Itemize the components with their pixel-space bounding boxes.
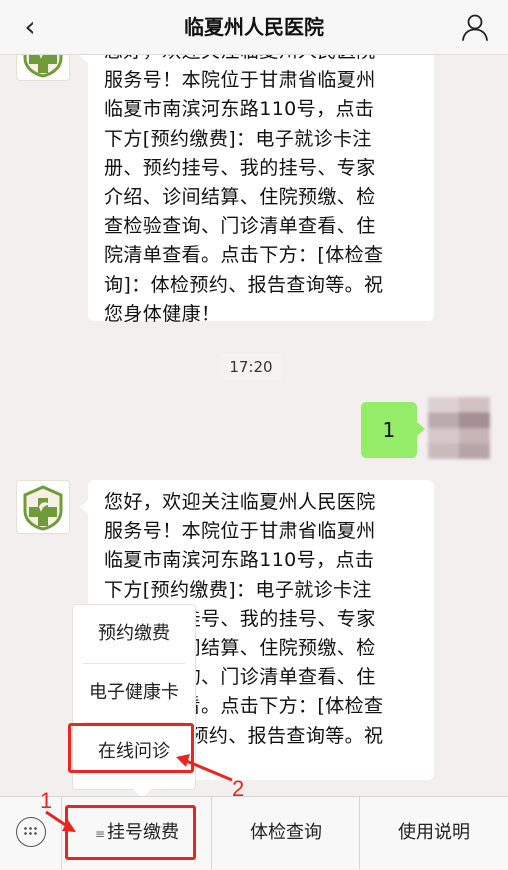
message-line: 您好，欢迎关注临夏州人民医院	[104, 55, 420, 66]
timestamp: 17:20	[220, 354, 282, 380]
annotation-highlight-step1	[65, 805, 196, 860]
message-line: 询]：体检预约、报告查询等。祝	[104, 273, 384, 296]
message-line: 您身体健康！	[104, 302, 221, 325]
submenu-item-health-card[interactable]: 电子健康卡	[73, 664, 195, 722]
menu-item-checkup-query[interactable]: 体检查询	[212, 797, 360, 869]
message-line: 册、预约挂号、我的挂号、专家	[104, 156, 376, 179]
message-line: 服务号！本院位于甘肃省临夏州	[104, 520, 376, 543]
keyboard-toggle-button[interactable]	[16, 817, 46, 847]
top-nav-bar: ‹ 临夏州人民医院	[0, 0, 508, 55]
message-line: 查检验查询、门诊清单查看、住	[104, 215, 376, 238]
message-line: 介绍、诊间结算、住院预缴、检	[104, 186, 376, 209]
hospital-logo-icon	[23, 485, 63, 531]
message-line: 临夏市南滨河东路110号，点击	[104, 98, 375, 121]
hospital-avatar[interactable]	[16, 55, 70, 81]
menu-item-usage-guide[interactable]: 使用说明	[360, 797, 508, 869]
welcome-message-bubble[interactable]: 您好，欢迎关注临夏州人民医院 服务号！本院位于甘肃省临夏州 临夏市南滨河东路11…	[80, 55, 434, 325]
message-line: 临夏市南滨河东路110号，点击	[104, 549, 375, 572]
person-icon	[462, 14, 488, 41]
message-line: 下方[预约缴费]：电子就诊卡注	[104, 578, 372, 601]
annotation-number-1: 1	[40, 788, 53, 813]
chevron-left-icon: ‹	[24, 10, 36, 43]
annotation-highlight-step2	[68, 723, 194, 773]
submenu-item-appointment-payment[interactable]: 预约缴费	[73, 605, 195, 663]
user-message-bubble[interactable]: 1	[361, 402, 425, 458]
message-line: 您好，欢迎关注临夏州人民医院	[104, 491, 376, 513]
user-avatar[interactable]	[428, 397, 490, 459]
message-line: 下方[预约缴费]：电子就诊卡注	[104, 127, 372, 150]
back-button[interactable]: ‹	[14, 10, 46, 44]
profile-button[interactable]	[460, 12, 490, 42]
message-line: 院清单查看。点击下方：[体检查	[104, 244, 384, 267]
keyboard-icon	[23, 826, 38, 837]
annotation-number-2: 2	[232, 776, 245, 801]
hospital-avatar[interactable]	[16, 480, 70, 534]
page-title: 临夏州人民医院	[184, 15, 324, 39]
hospital-logo-icon	[23, 55, 63, 78]
message-line: 服务号！本院位于甘肃省临夏州	[104, 69, 376, 92]
